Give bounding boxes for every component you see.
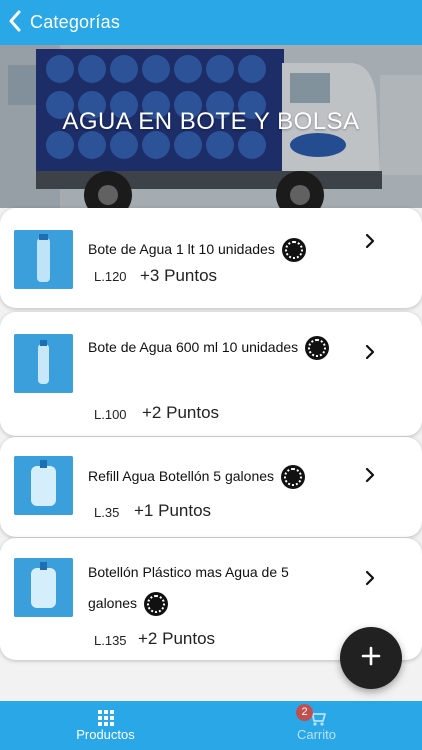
chevron-right-icon[interactable]	[364, 233, 376, 249]
product-card[interactable]: Refill Agua Botellón 5 galones L.35 +1 P…	[0, 437, 422, 537]
product-name: Bote de Agua 600 ml 10 unidades	[88, 339, 299, 355]
product-name: Refill Agua Botellón 5 galones	[88, 468, 275, 484]
product-points: +3 Puntos	[140, 266, 218, 285]
cart-count-badge: 2	[296, 704, 313, 721]
banner-title: AGUA EN BOTE Y BOLSA	[62, 108, 360, 135]
product-name: Botellón Plástico mas Agua de 5 galones	[88, 564, 289, 611]
top-bar: Categorías	[0, 0, 422, 45]
chevron-left-icon	[8, 10, 22, 36]
product-thumbnail	[14, 334, 73, 393]
bottom-nav: Productos Carrito	[0, 701, 422, 750]
nav-carrito[interactable]: Carrito	[211, 701, 422, 750]
points-badge-icon	[143, 592, 168, 617]
product-points: +1 Puntos	[134, 501, 212, 520]
back-label: Categorías	[30, 12, 121, 32]
nav-productos[interactable]: Productos	[0, 701, 211, 750]
back-button[interactable]: Categorías	[0, 10, 120, 36]
chevron-right-icon[interactable]	[364, 467, 376, 483]
product-thumbnail	[14, 558, 73, 617]
product-card[interactable]: Bote de Agua 1 lt 10 unidades L.120 +3 P…	[0, 208, 422, 308]
product-price: L.135	[94, 633, 127, 648]
product-price: L.120	[94, 269, 127, 284]
product-name: Bote de Agua 1 lt 10 unidades	[88, 241, 275, 257]
product-points: +2 Puntos	[138, 629, 216, 648]
points-badge-icon	[280, 465, 305, 490]
points-badge-icon	[281, 238, 306, 263]
plus-icon	[361, 646, 381, 670]
product-points: +2 Puntos	[142, 403, 220, 422]
points-badge-icon	[305, 336, 330, 361]
product-price: L.35	[94, 505, 120, 520]
add-button[interactable]	[340, 627, 402, 689]
category-banner: AGUA EN BOTE Y BOLSA	[0, 45, 422, 208]
nav-label: Carrito	[296, 726, 336, 742]
product-price: L.100	[94, 407, 127, 422]
chevron-right-icon[interactable]	[364, 570, 376, 586]
product-thumbnail	[14, 230, 73, 289]
product-thumbnail	[14, 456, 73, 515]
chevron-right-icon[interactable]	[364, 344, 376, 360]
product-card[interactable]: Bote de Agua 600 ml 10 unidades L.100 +2…	[0, 312, 422, 436]
grid-icon	[97, 709, 115, 726]
nav-label: Productos	[76, 726, 135, 742]
